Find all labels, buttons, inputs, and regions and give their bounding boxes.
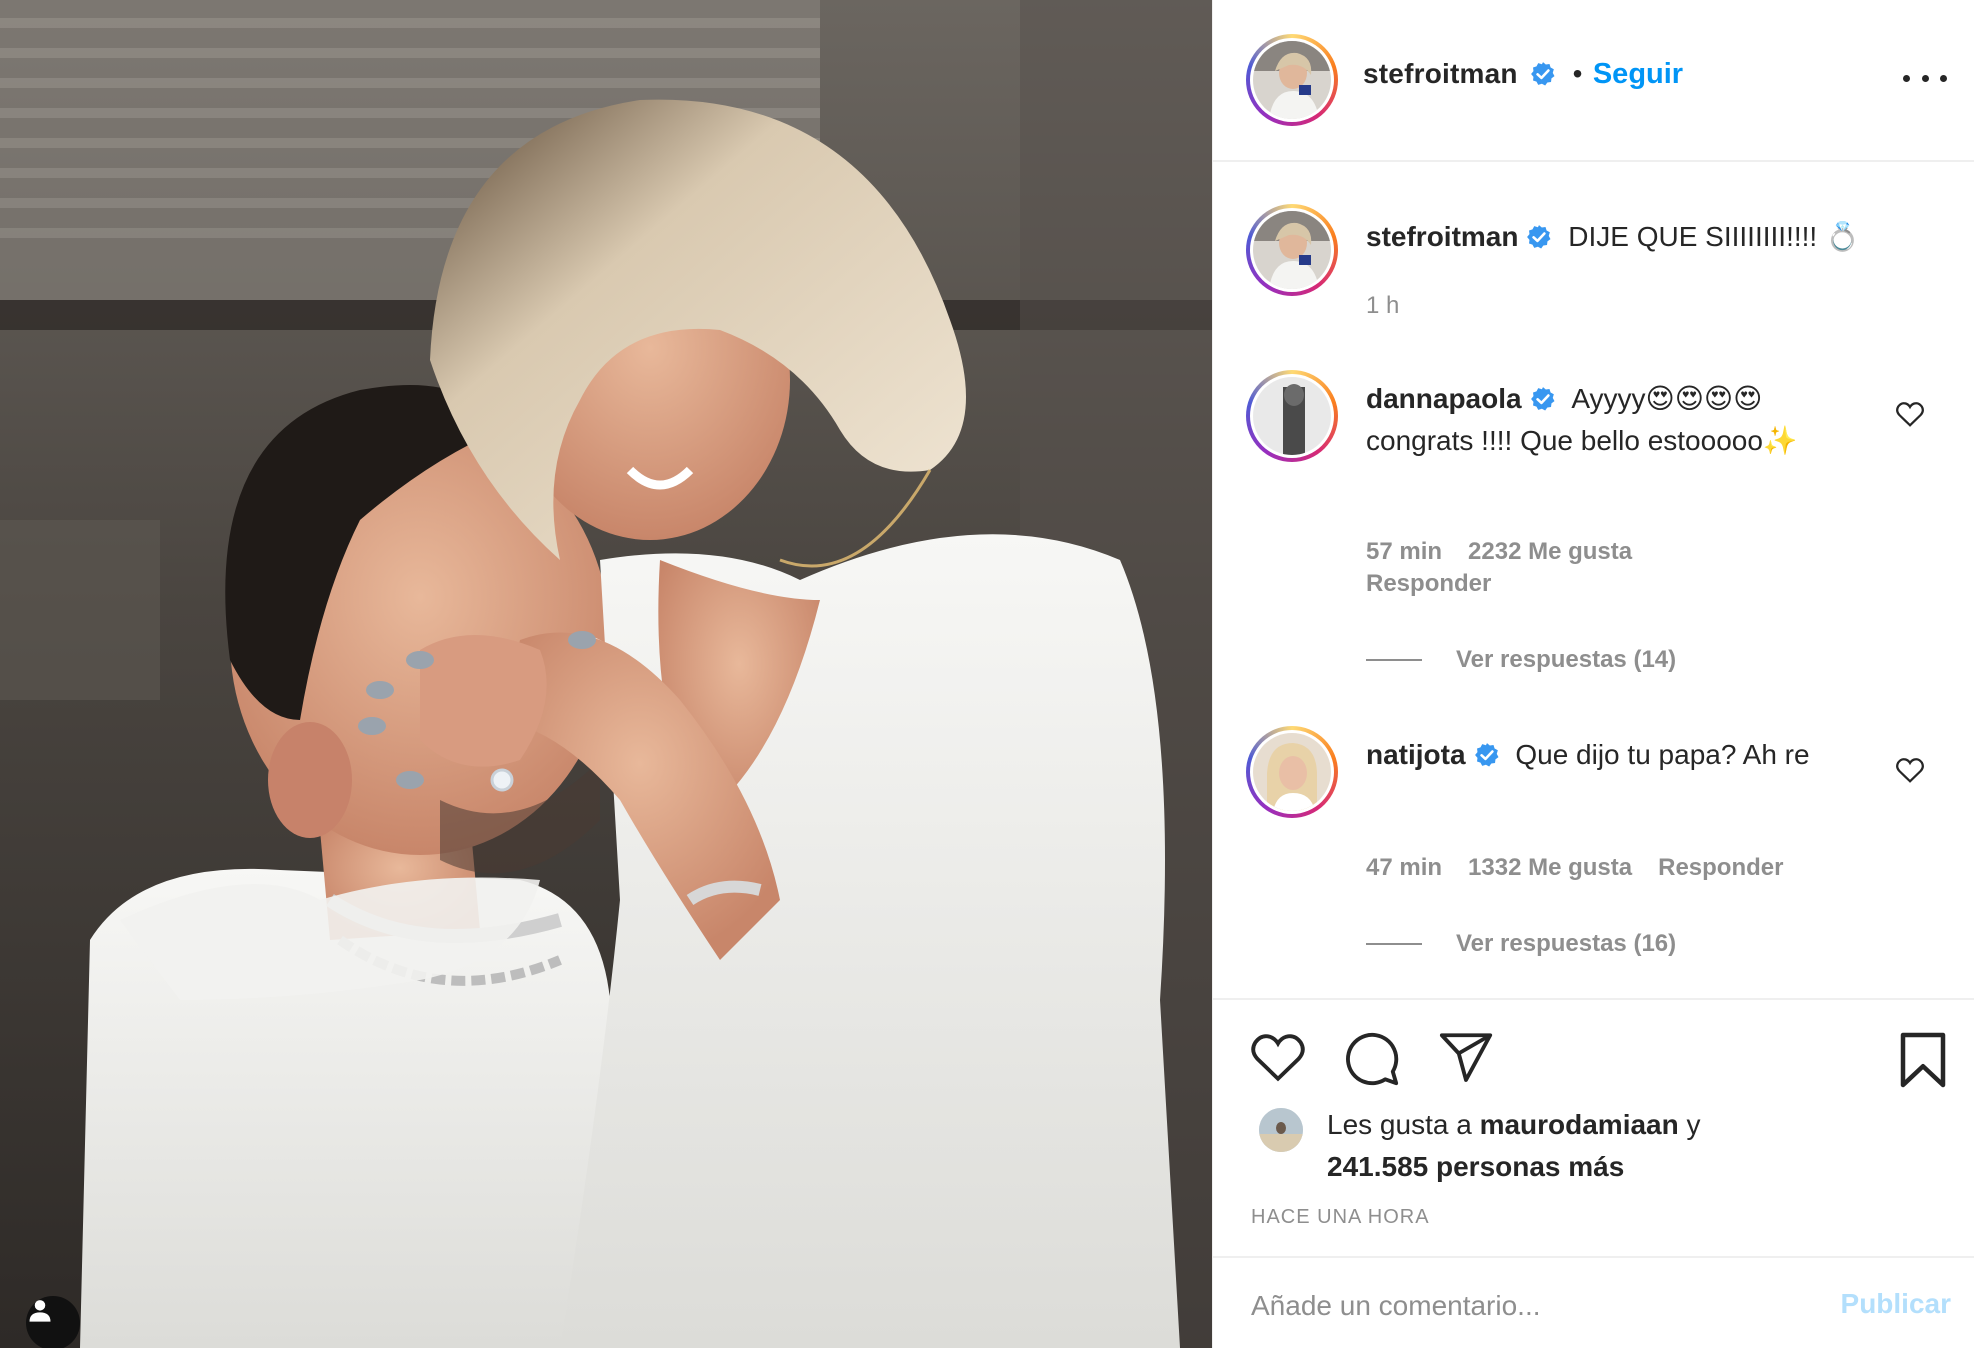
comment-username[interactable]: natijota [1366, 739, 1466, 770]
comment-icon[interactable] [1343, 1030, 1401, 1088]
comment-likes[interactable]: 1332 Me gusta [1468, 854, 1632, 881]
verified-badge-icon [1531, 62, 1555, 86]
author-username[interactable]: stefroitman [1363, 58, 1518, 89]
comment-meta: 57 min 2232 Me gusta [1366, 538, 1658, 566]
reply-button[interactable]: Responder [1366, 570, 1491, 598]
comment-likes[interactable]: 2232 Me gusta [1468, 538, 1632, 565]
comment-time: 57 min [1366, 538, 1443, 565]
heart-icon[interactable] [1249, 1030, 1307, 1084]
post-timestamp: HACE UNA HORA [1251, 1206, 1430, 1228]
post-actions-bar [1213, 998, 1974, 1120]
liker-avatar[interactable] [1259, 1108, 1303, 1152]
likes-connector: y [1678, 1109, 1701, 1140]
view-replies-label: Ver respuestas (16) [1456, 930, 1677, 957]
view-replies-button[interactable]: Ver respuestas (14) [1366, 646, 1676, 674]
verified-badge-icon [1527, 225, 1551, 249]
more-options-icon[interactable] [1903, 66, 1947, 90]
comment-input[interactable] [1251, 1286, 1811, 1326]
comment-text: natijota Que dijo tu papa? Ah re [1366, 734, 1816, 776]
share-icon[interactable] [1437, 1030, 1495, 1084]
comment-body: Que dijo tu papa? Ah re [1515, 739, 1810, 770]
likes-prefix: Les gusta a [1327, 1109, 1480, 1140]
caption-text: stefroitman DIJE QUE SIIIIIIII!!!! 💍 [1366, 216, 1926, 258]
post-details-panel: stefroitman • Seguir stefroitman DIJE QU… [1212, 0, 1974, 1348]
comment-item: natijota Que dijo tu papa? Ah re 47 min 1… [1213, 722, 1974, 982]
heart-icon[interactable] [1895, 400, 1925, 428]
separator-dot: • [1572, 58, 1583, 89]
commenter-avatar[interactable] [1246, 370, 1338, 462]
caption-author-avatar[interactable] [1246, 204, 1338, 296]
author-avatar[interactable] [1246, 34, 1338, 126]
post-photo[interactable] [0, 0, 1212, 1348]
comment-username[interactable]: dannapaola [1366, 383, 1522, 414]
author-info: stefroitman • Seguir [1363, 58, 1683, 91]
couple-photo-illustration [0, 0, 1212, 1348]
caption-time: 1 h [1366, 292, 1400, 319]
likes-count[interactable]: 241.585 personas más [1327, 1151, 1624, 1182]
post-header: stefroitman • Seguir [1213, 0, 1974, 162]
follow-button[interactable]: Seguir [1593, 58, 1683, 90]
caption-block: stefroitman DIJE QUE SIIIIIIII!!!! 💍 1 h [1213, 200, 1974, 340]
caption-username[interactable]: stefroitman [1366, 221, 1518, 252]
comment-meta: 47 min 1332 Me gusta Responder [1366, 854, 1809, 882]
caption-body: DIJE QUE SIIIIIIII!!!! 💍 [1568, 221, 1860, 252]
add-comment-bar: Publicar [1213, 1256, 1974, 1350]
view-replies-button[interactable]: Ver respuestas (16) [1366, 930, 1676, 958]
comment-time: 47 min [1366, 854, 1443, 881]
liker-username[interactable]: maurodamiaan [1480, 1109, 1679, 1140]
user-tag-button[interactable] [26, 1296, 80, 1348]
comment-item: dannapaola Ayyyy😍😍😍😍 congrats !!!! Que b… [1213, 366, 1974, 696]
verified-badge-icon [1530, 387, 1555, 411]
verified-badge-icon [1474, 743, 1499, 767]
reply-button[interactable]: Responder [1658, 854, 1783, 881]
likes-text: Les gusta a maurodamiaan y 241.585 perso… [1327, 1104, 1701, 1188]
comment-text: dannapaola Ayyyy😍😍😍😍 congrats !!!! Que b… [1366, 378, 1836, 462]
bookmark-icon[interactable] [1897, 1030, 1949, 1090]
heart-icon[interactable] [1895, 756, 1925, 784]
view-replies-label: Ver respuestas (14) [1456, 646, 1677, 673]
user-tag-icon [29, 1300, 51, 1322]
publish-button[interactable]: Publicar [1841, 1288, 1951, 1320]
commenter-avatar[interactable] [1246, 726, 1338, 818]
